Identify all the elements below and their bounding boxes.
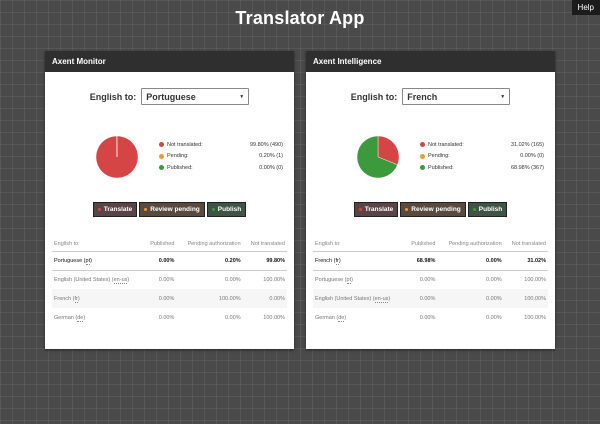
legend-pending: Pending: 0.20% (1): [159, 151, 283, 163]
source-language-label: English to:: [89, 91, 137, 102]
legend-not-translated: Not translated: 99.80% (490): [159, 139, 283, 151]
review-pending-button[interactable]: Review pending: [139, 202, 205, 217]
action-buttons: Translate Review pending Publish: [45, 202, 294, 217]
table-header-row: English to: Published Pending authorizat…: [313, 238, 548, 252]
table-row[interactable]: English (United States) (en-us) 0.00% 0.…: [52, 270, 287, 289]
language-selector-row: English to: French ▼: [306, 88, 555, 105]
chart-legend: Not translated: 31.02% (165) Pending: 0.…: [420, 139, 544, 174]
green-dot-icon: [420, 165, 425, 171]
publish-button[interactable]: Publish: [206, 202, 247, 217]
panel-header: Axent Intelligence: [306, 51, 555, 72]
table-row[interactable]: Portuguese (pt) 0.00% 0.20% 99.80%: [52, 251, 287, 271]
translation-pie-chart: [95, 135, 139, 179]
orange-dot-icon: [144, 208, 148, 211]
publish-button[interactable]: Publish: [467, 202, 508, 217]
legend-pending: Pending: 0.00% (0): [420, 151, 544, 163]
legend-not-translated: Not translated: 31.02% (165): [420, 139, 544, 151]
chart-legend: Not translated: 99.80% (490) Pending: 0.…: [159, 139, 283, 174]
green-dot-icon: [472, 208, 476, 211]
source-language-label: English to:: [350, 91, 398, 102]
table-row[interactable]: German (de) 0.00% 0.00% 100.00%: [52, 308, 287, 327]
app-title: Translator App: [235, 8, 365, 28]
red-dot-icon: [159, 142, 164, 148]
caret-down-icon: ▼: [239, 93, 245, 100]
orange-dot-icon: [405, 208, 409, 211]
review-pending-button[interactable]: Review pending: [400, 202, 466, 217]
languages-table: English to: Published Pending authorizat…: [313, 238, 548, 327]
table-row[interactable]: German (de) 0.00% 0.00% 100.00%: [313, 308, 548, 327]
project-panel-axent-intelligence: Axent Intelligence English to: French ▼ …: [306, 51, 555, 349]
table-header-row: English to: Published Pending authorizat…: [52, 238, 287, 252]
translate-button[interactable]: Translate: [353, 202, 399, 217]
red-dot-icon: [420, 142, 425, 148]
language-selector-row: English to: Portuguese ▼: [45, 88, 294, 105]
red-dot-icon: [97, 208, 101, 211]
red-dot-icon: [358, 208, 362, 211]
translate-button[interactable]: Translate: [92, 202, 138, 217]
table-row[interactable]: Portuguese (pt) 0.00% 0.00% 100.00%: [313, 270, 548, 289]
target-language-select[interactable]: Portuguese ▼: [141, 88, 250, 105]
table-row[interactable]: French (fr) 68.98% 0.00% 31.02%: [313, 251, 548, 271]
panel-header: Axent Monitor: [45, 51, 294, 72]
table-row[interactable]: French (fr) 0.00% 100.00% 0.00%: [52, 289, 287, 308]
selected-language: Portuguese: [146, 91, 196, 102]
project-panel-axent-monitor: Axent Monitor English to: Portuguese ▼ N…: [45, 51, 294, 349]
green-dot-icon: [159, 165, 164, 171]
selected-language: French: [407, 91, 438, 102]
orange-dot-icon: [420, 153, 425, 159]
table-row[interactable]: English (United States) (en-us) 0.00% 0.…: [313, 289, 548, 308]
target-language-select[interactable]: French ▼: [402, 88, 511, 105]
legend-published: Published: 0.00% (0): [159, 162, 283, 174]
legend-published: Published: 68.98% (367): [420, 162, 544, 174]
languages-table: English to: Published Pending authorizat…: [52, 238, 287, 327]
caret-down-icon: ▼: [500, 93, 506, 100]
green-dot-icon: [211, 208, 215, 211]
translation-pie-chart: [356, 135, 400, 179]
orange-dot-icon: [159, 153, 164, 159]
action-buttons: Translate Review pending Publish: [306, 202, 555, 217]
